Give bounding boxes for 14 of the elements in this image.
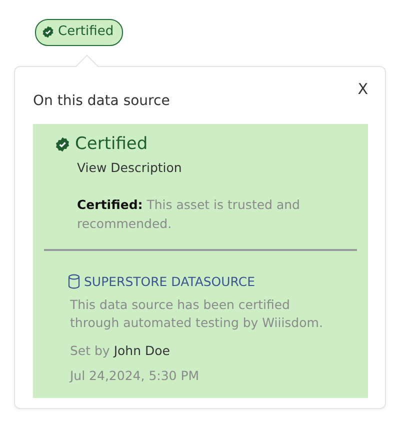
datasource-name: SUPERSTORE DATASOURCE [84,272,255,290]
database-icon [68,274,80,290]
status-label: Certified [75,132,148,156]
certified-icon [55,136,70,152]
view-description-link[interactable]: View Description [77,159,182,178]
certified-icon [42,26,54,38]
certified-date: Jul 24,2024, 5:30 PM [70,367,200,385]
popover-title: On this data source [33,92,171,110]
badge-label: Certified [58,23,114,41]
set-by-text: Set by John Doe [70,342,171,360]
close-button[interactable]: X [358,78,368,100]
datasource-note: This data source has been certified through automated testing by Wiiisdom. [70,296,324,332]
certification-description: Certified: This asset is trusted and recommended. [77,196,301,232]
certified-badge[interactable]: Certified [35,19,123,46]
